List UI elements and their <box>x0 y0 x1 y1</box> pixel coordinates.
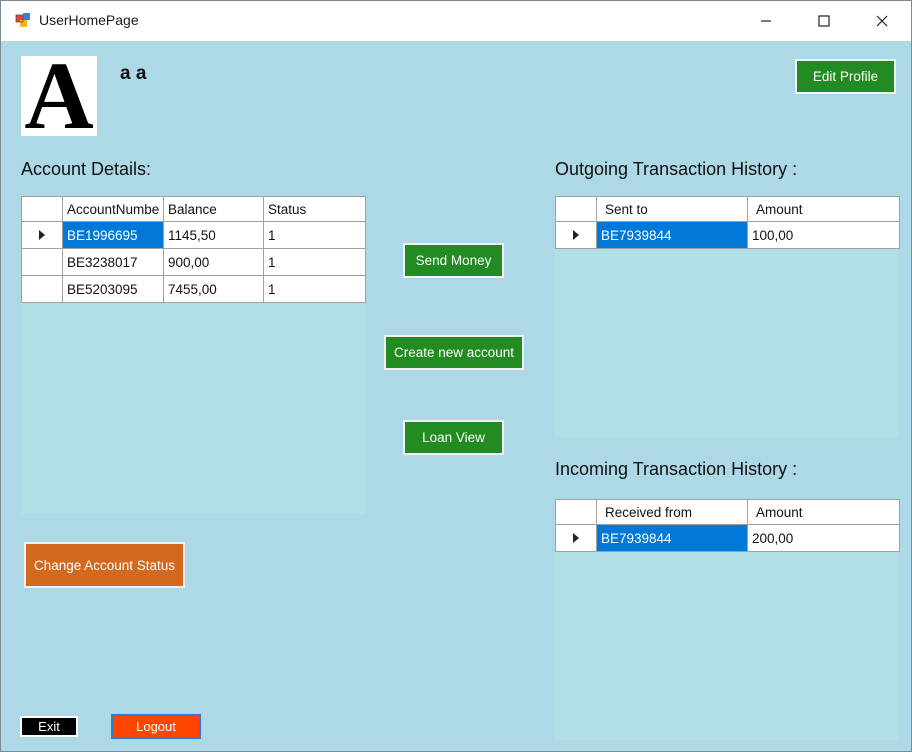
window-title: UserHomePage <box>39 12 139 28</box>
table-cell[interactable]: 1 <box>263 221 366 249</box>
table-cell[interactable]: BE7939844 <box>596 221 748 249</box>
avatar: A <box>21 56 97 136</box>
row-header-corner <box>21 196 63 222</box>
table-row[interactable]: BE7939844 200,00 <box>555 524 900 552</box>
minimize-icon <box>761 20 771 22</box>
edit-profile-button[interactable]: Edit Profile <box>795 59 896 94</box>
current-row-arrow-icon <box>573 229 579 240</box>
row-header[interactable] <box>555 524 597 552</box>
table-cell[interactable]: 1 <box>263 248 366 276</box>
column-header[interactable]: Amount <box>747 499 900 525</box>
current-row-arrow-icon <box>573 532 579 543</box>
row-header[interactable] <box>21 275 63 303</box>
client-area: A a a Edit Profile Account Details: Acco… <box>1 41 911 751</box>
table-cell[interactable]: BE5203095 <box>62 275 164 303</box>
table-row[interactable]: BE5203095 7455,00 1 <box>21 275 366 303</box>
exit-button[interactable]: Exit <box>20 716 78 737</box>
table-row[interactable]: BE3238017 900,00 1 <box>21 248 366 276</box>
column-header[interactable]: Status <box>263 196 366 222</box>
column-header[interactable]: AccountNumbe <box>62 196 164 222</box>
table-cell[interactable]: 200,00 <box>747 524 900 552</box>
column-header[interactable]: Amount <box>747 196 900 222</box>
grid-header-row: Sent to Amount <box>555 196 900 222</box>
send-money-button[interactable]: Send Money <box>403 243 504 278</box>
change-account-status-button[interactable]: Change Account Status <box>24 542 185 588</box>
table-row[interactable]: BE1996695 1145,50 1 <box>21 221 366 249</box>
row-header-corner <box>555 196 597 222</box>
row-header-corner <box>555 499 597 525</box>
avatar-letter: A <box>24 56 94 136</box>
maximize-button[interactable] <box>795 1 853 41</box>
column-header[interactable]: Balance <box>163 196 264 222</box>
title-bar: UserHomePage <box>1 1 911 41</box>
column-header[interactable]: Received from <box>596 499 748 525</box>
user-home-window: UserHomePage A a a Edit Profile Account … <box>0 0 912 752</box>
outgoing-history-label: Outgoing Transaction History : <box>555 159 798 179</box>
grid-header-row: AccountNumbe Balance Status <box>21 196 366 222</box>
incoming-history-label: Incoming Transaction History : <box>555 459 798 479</box>
current-row-arrow-icon <box>39 229 45 240</box>
table-cell[interactable]: 900,00 <box>163 248 264 276</box>
app-icon <box>15 13 30 27</box>
minimize-button[interactable] <box>737 1 795 41</box>
table-cell[interactable]: 7455,00 <box>163 275 264 303</box>
table-cell[interactable]: BE1996695 <box>62 221 164 249</box>
account-details-label: Account Details: <box>21 159 152 179</box>
table-cell[interactable]: 1145,50 <box>163 221 264 249</box>
row-header[interactable] <box>555 221 597 249</box>
table-cell[interactable]: BE7939844 <box>596 524 748 552</box>
close-icon <box>876 15 888 27</box>
loan-view-button[interactable]: Loan View <box>403 420 504 455</box>
table-cell[interactable]: 1 <box>263 275 366 303</box>
close-button[interactable] <box>853 1 911 41</box>
incoming-history-grid[interactable]: Received from Amount BE7939844 200,00 <box>555 499 900 740</box>
table-row[interactable]: BE7939844 100,00 <box>555 221 900 249</box>
column-header[interactable]: Sent to <box>596 196 748 222</box>
table-cell[interactable]: BE3238017 <box>62 248 164 276</box>
create-account-button[interactable]: Create new account <box>384 335 524 370</box>
account-details-grid[interactable]: AccountNumbe Balance Status BE1996695 11… <box>21 196 366 514</box>
logout-button[interactable]: Logout <box>111 714 201 739</box>
row-header[interactable] <box>21 221 63 249</box>
outgoing-history-grid[interactable]: Sent to Amount BE7939844 100,00 <box>555 196 900 437</box>
table-cell[interactable]: 100,00 <box>747 221 900 249</box>
row-header[interactable] <box>21 248 63 276</box>
user-name: a a <box>120 63 147 84</box>
maximize-icon <box>818 15 830 27</box>
grid-header-row: Received from Amount <box>555 499 900 525</box>
